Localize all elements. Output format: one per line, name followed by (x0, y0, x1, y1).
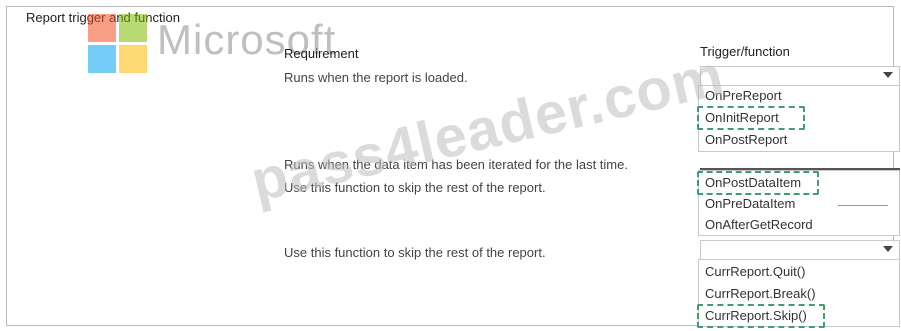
option-onpostreport[interactable]: OnPostReport (705, 132, 787, 147)
chevron-down-icon[interactable] (883, 72, 893, 78)
selection-highlight-2 (697, 171, 819, 195)
requirement-column-header: Requirement (284, 46, 359, 61)
requirement-row-3: Use this function to skip the rest of th… (284, 245, 546, 260)
option-onaftergetrecord[interactable]: OnAfterGetRecord (705, 217, 813, 232)
option-currreport-break[interactable]: CurrReport.Break() (705, 286, 816, 301)
selection-highlight-3 (697, 304, 825, 328)
option-onpredataitem[interactable]: OnPreDataItem (705, 196, 795, 211)
faint-rule (838, 205, 888, 206)
option-currreport-quit[interactable]: CurrReport.Quit() (705, 264, 805, 279)
requirement-row-1: Runs when the report is loaded. (284, 70, 468, 85)
microsoft-logo-icon (88, 14, 148, 74)
trigger-dropdown-1[interactable] (700, 66, 900, 86)
chevron-down-icon[interactable] (883, 246, 893, 252)
trigger-dropdown-3[interactable] (700, 240, 900, 260)
